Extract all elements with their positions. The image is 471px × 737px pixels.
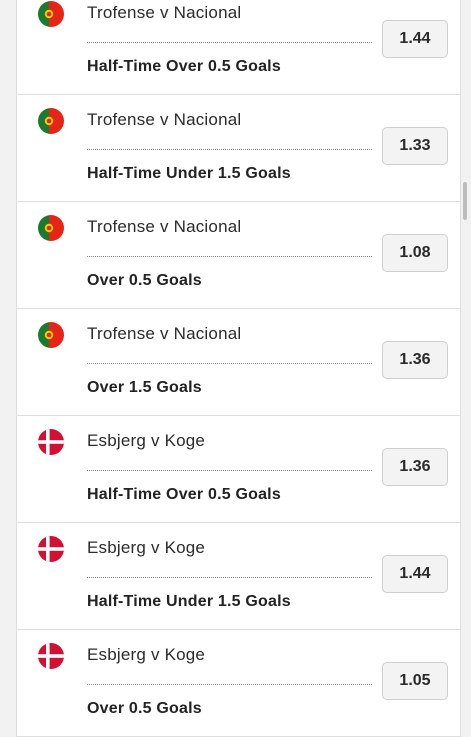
match-name: Esbjerg v Koge bbox=[87, 645, 206, 664]
bet-row[interactable]: Trofense v Nacional Half-Time Under 1.5 … bbox=[17, 95, 460, 202]
bet-list: Trofense v Nacional Half-Time Over 0.5 G… bbox=[16, 0, 461, 737]
scrollbar-thumb[interactable] bbox=[463, 182, 467, 220]
odds-button[interactable]: 1.36 bbox=[382, 341, 448, 379]
market-name: Over 0.5 Goals bbox=[87, 700, 202, 717]
odds-button[interactable]: 1.44 bbox=[382, 20, 448, 58]
bet-row[interactable]: Trofense v Nacional Over 1.5 Goals 1.36 bbox=[17, 309, 460, 416]
odds-button[interactable]: 1.44 bbox=[382, 555, 448, 593]
portugal-flag-icon bbox=[38, 215, 64, 241]
dotted-divider bbox=[87, 363, 372, 364]
bet-row[interactable]: Esbjerg v Koge Over 0.5 Goals 1.05 bbox=[17, 630, 460, 737]
match-name: Trofense v Nacional bbox=[87, 3, 242, 22]
market-name: Over 1.5 Goals bbox=[87, 379, 202, 396]
odds-button[interactable]: 1.05 bbox=[382, 662, 448, 700]
bet-row[interactable]: Trofense v Nacional Over 0.5 Goals 1.08 bbox=[17, 202, 460, 309]
denmark-flag-icon bbox=[38, 429, 64, 455]
dotted-divider bbox=[87, 684, 372, 685]
match-name: Trofense v Nacional bbox=[87, 217, 242, 236]
dotted-divider bbox=[87, 577, 372, 578]
dotted-divider bbox=[87, 42, 372, 43]
bet-row[interactable]: Esbjerg v Koge Half-Time Under 1.5 Goals… bbox=[17, 523, 460, 630]
odds-button[interactable]: 1.33 bbox=[382, 127, 448, 165]
dotted-divider bbox=[87, 149, 372, 150]
market-name: Half-Time Under 1.5 Goals bbox=[87, 593, 291, 610]
match-name: Esbjerg v Koge bbox=[87, 431, 206, 450]
bet-row[interactable]: Trofense v Nacional Half-Time Over 0.5 G… bbox=[17, 0, 460, 95]
market-name: Half-Time Over 0.5 Goals bbox=[87, 58, 281, 75]
portugal-flag-icon bbox=[38, 1, 64, 27]
market-name: Half-Time Under 1.5 Goals bbox=[87, 165, 291, 182]
dotted-divider bbox=[87, 256, 372, 257]
market-name: Over 0.5 Goals bbox=[87, 272, 202, 289]
portugal-flag-icon bbox=[38, 322, 64, 348]
odds-button[interactable]: 1.08 bbox=[382, 234, 448, 272]
match-name: Trofense v Nacional bbox=[87, 324, 242, 343]
odds-button[interactable]: 1.36 bbox=[382, 448, 448, 486]
match-name: Trofense v Nacional bbox=[87, 110, 242, 129]
bet-row[interactable]: Esbjerg v Koge Half-Time Over 0.5 Goals … bbox=[17, 416, 460, 523]
denmark-flag-icon bbox=[38, 643, 64, 669]
match-name: Esbjerg v Koge bbox=[87, 538, 206, 557]
dotted-divider bbox=[87, 470, 372, 471]
portugal-flag-icon bbox=[38, 108, 64, 134]
denmark-flag-icon bbox=[38, 536, 64, 562]
market-name: Half-Time Over 0.5 Goals bbox=[87, 486, 281, 503]
